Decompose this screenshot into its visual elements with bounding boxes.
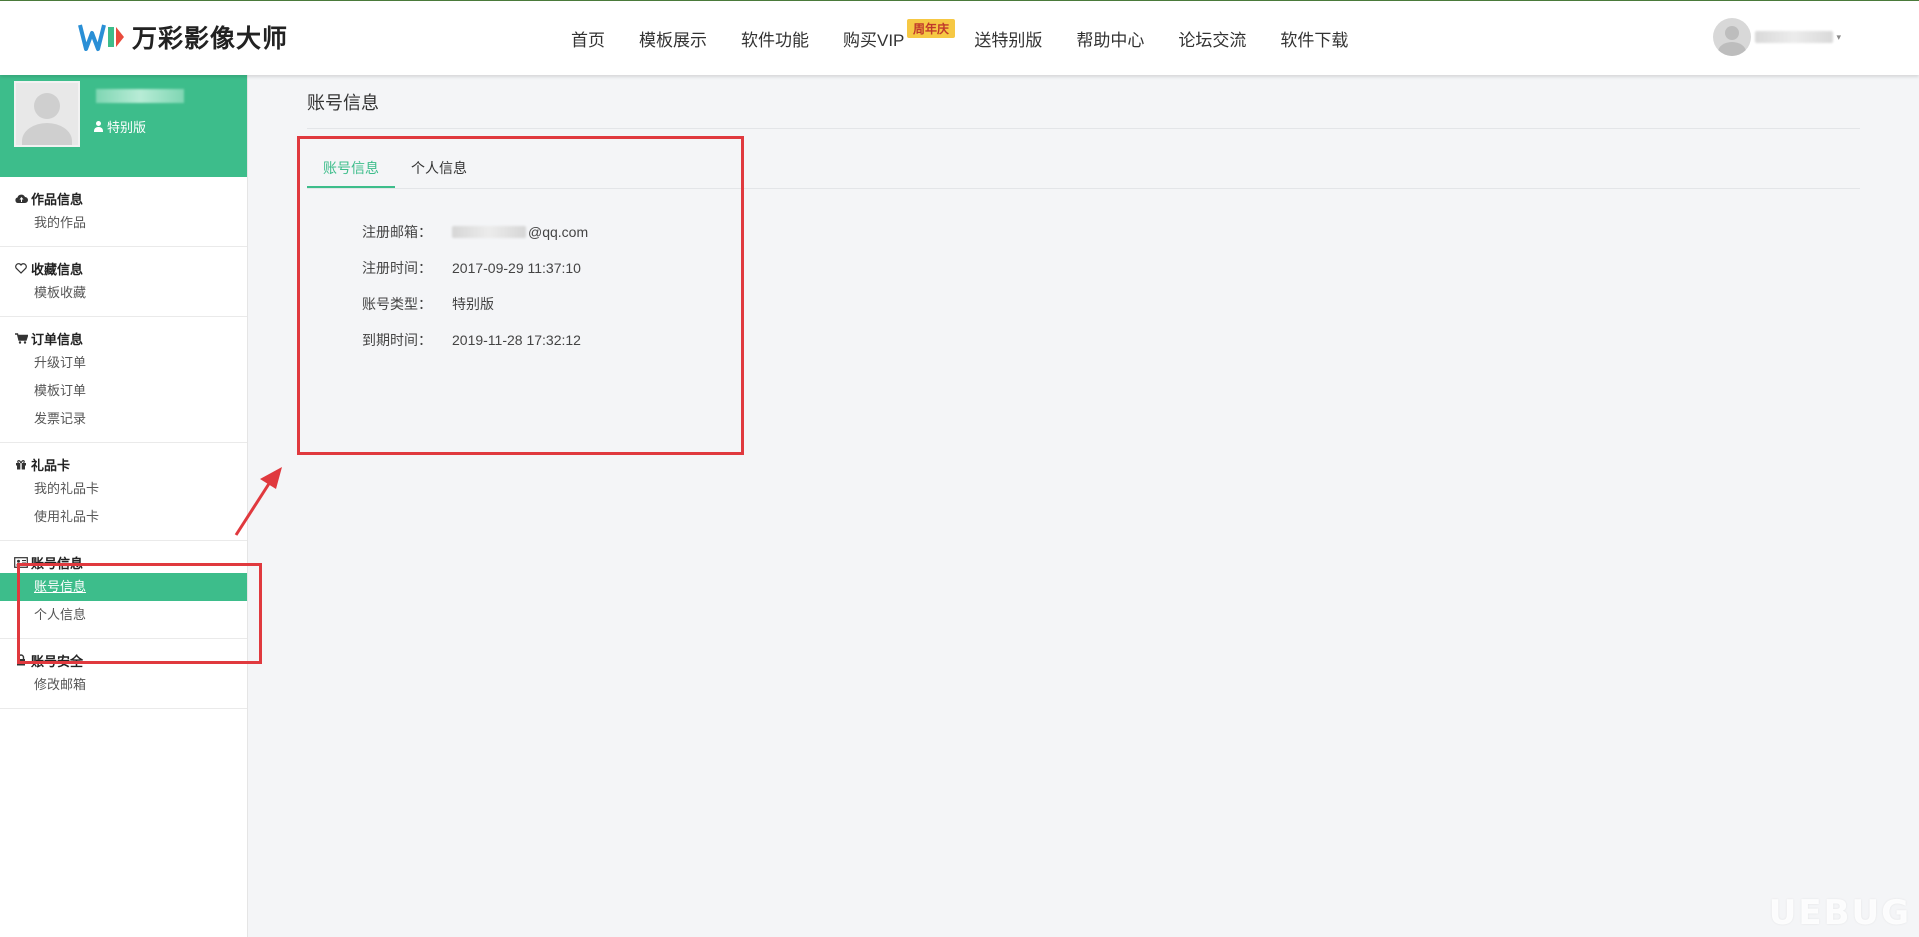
nav-download[interactable]: 软件下载 (1280, 26, 1348, 51)
sidebar: 特别版 作品信息 我的作品 收藏信息 模板收藏 订单信息 升级订单 模板订单 发… (0, 75, 248, 937)
profile-name-redacted (96, 89, 184, 103)
site-logo[interactable]: 万彩影像大师 (78, 19, 288, 55)
nav-buy-vip[interactable]: 购买VIP 周年庆 (843, 19, 956, 51)
sidebar-group-title: 礼品卡 (0, 455, 247, 473)
sidebar-group-works: 作品信息 我的作品 (0, 177, 247, 247)
user-menu[interactable]: ▾ (1713, 18, 1841, 56)
profile-tier: 特别版 (94, 117, 146, 136)
gift-icon (14, 457, 28, 471)
profile-card: 特别版 (0, 75, 247, 177)
sidebar-group-title-label: 订单信息 (31, 331, 84, 347)
sidebar-item-my-gift-cards[interactable]: 我的礼品卡 (0, 475, 247, 503)
cart-icon (14, 331, 28, 345)
nav-forum[interactable]: 论坛交流 (1178, 26, 1246, 51)
sidebar-group-title-label: 收藏信息 (31, 261, 84, 277)
sidebar-item-template-orders[interactable]: 模板订单 (0, 377, 247, 405)
anniversary-badge: 周年庆 (907, 19, 956, 38)
title-divider (307, 128, 1860, 129)
cloud-upload-icon (14, 191, 28, 205)
sidebar-group-orders: 订单信息 升级订单 模板订单 发票记录 (0, 317, 247, 443)
main-nav: 首页 模板展示 软件功能 购买VIP 周年庆 送特别版 帮助中心 论坛交流 软件… (571, 19, 1382, 51)
sidebar-group-title: 作品信息 (0, 189, 247, 207)
sidebar-group-title-label: 作品信息 (31, 191, 84, 207)
nav-home[interactable]: 首页 (571, 26, 605, 51)
nav-special-edition[interactable]: 送特别版 (974, 26, 1042, 51)
logo-mark-icon (78, 24, 124, 51)
sidebar-item-template-favorites[interactable]: 模板收藏 (0, 279, 247, 307)
logo-text: 万彩影像大师 (132, 25, 289, 53)
sidebar-item-change-email[interactable]: 修改邮箱 (0, 671, 247, 699)
sidebar-item-use-gift-card[interactable]: 使用礼品卡 (0, 503, 247, 531)
nav-templates[interactable]: 模板展示 (639, 26, 707, 51)
annotation-box-content (297, 136, 744, 455)
avatar (1713, 18, 1752, 56)
username-redacted (1755, 31, 1834, 43)
annotation-arrow-icon (234, 467, 282, 536)
chevron-down-icon: ▾ (1836, 31, 1841, 42)
watermark: UEBUG (1768, 893, 1911, 933)
sidebar-item-upgrade-orders[interactable]: 升级订单 (0, 349, 247, 377)
profile-avatar (14, 81, 80, 147)
nav-buy-vip-label: 购买VIP (843, 31, 905, 50)
sidebar-group-gift-card: 礼品卡 我的礼品卡 使用礼品卡 (0, 443, 247, 541)
sidebar-item-my-works[interactable]: 我的作品 (0, 209, 247, 237)
heart-icon (14, 261, 28, 275)
sidebar-item-invoice-records[interactable]: 发票记录 (0, 405, 247, 433)
sidebar-group-favorites: 收藏信息 模板收藏 (0, 247, 247, 317)
top-header: 万彩影像大师 首页 模板展示 软件功能 购买VIP 周年庆 送特别版 帮助中心 … (0, 0, 1919, 75)
profile-tier-label: 特别版 (107, 120, 147, 135)
sidebar-group-title: 收藏信息 (0, 259, 247, 277)
nav-features[interactable]: 软件功能 (741, 26, 809, 51)
page-title: 账号信息 (307, 93, 379, 113)
annotation-box-sidebar (17, 563, 262, 664)
sidebar-group-title-label: 礼品卡 (31, 457, 71, 473)
nav-help[interactable]: 帮助中心 (1076, 26, 1144, 51)
sidebar-group-title: 订单信息 (0, 329, 247, 347)
user-icon (94, 121, 103, 132)
